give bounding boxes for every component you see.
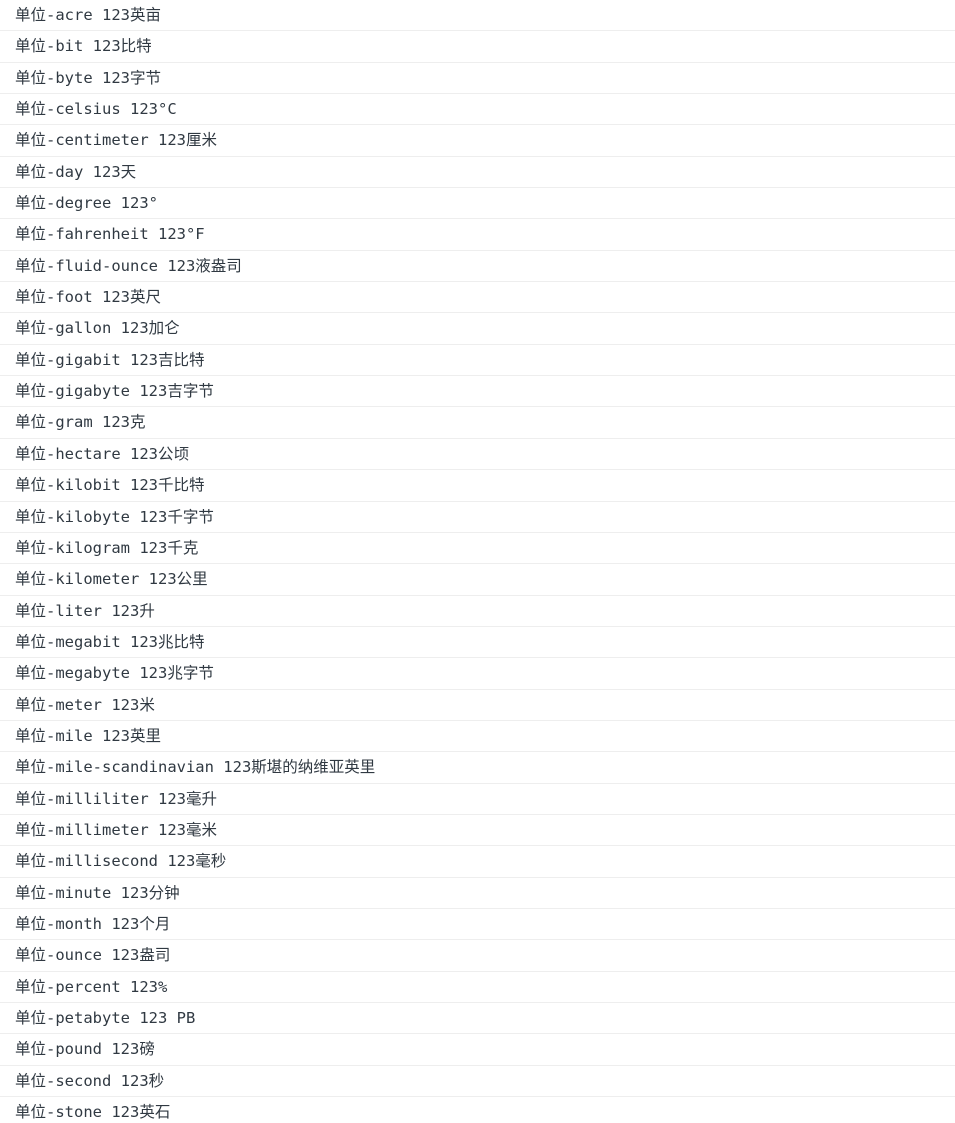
console-log-line: 单位-hectare 123公顷 [0, 439, 955, 471]
console-log-line: 单位-pound 123磅 [0, 1034, 955, 1066]
console-log-line: 单位-degree 123° [0, 188, 955, 220]
console-log-line: 单位-month 123个月 [0, 909, 955, 941]
console-log-line: 单位-kilogram 123千克 [0, 533, 955, 565]
console-log-line: 单位-gram 123克 [0, 407, 955, 439]
console-log-line: 单位-foot 123英尺 [0, 282, 955, 314]
console-log-line: 单位-fahrenheit 123°F [0, 219, 955, 251]
console-log-line: 单位-kilobyte 123千字节 [0, 502, 955, 533]
console-log-line: 单位-minute 123分钟 [0, 878, 955, 909]
console-log-line: 单位-mile 123英里 [0, 721, 955, 753]
console-log-line: 单位-gallon 123加仑 [0, 313, 955, 345]
console-log-line: 单位-byte 123字节 [0, 63, 955, 95]
console-log-line: 单位-megabit 123兆比特 [0, 627, 955, 659]
console-log-line: 单位-celsius 123°C [0, 94, 955, 126]
console-log-line: 单位-gigabit 123吉比特 [0, 345, 955, 377]
console-log-line: 单位-acre 123英亩 [0, 0, 955, 32]
console-log-line: 单位-mile-scandinavian 123斯堪的纳维亚英里 [0, 752, 955, 784]
console-log-line: 单位-millimeter 123毫米 [0, 815, 955, 847]
console-log-line: 单位-fluid-ounce 123液盎司 [0, 251, 955, 283]
console-log-line: 单位-day 123天 [0, 157, 955, 189]
console-log-line: 单位-kilobit 123千比特 [0, 470, 955, 502]
console-log-line: 单位-percent 123% [0, 972, 955, 1003]
console-log-line: 单位-bit 123比特 [0, 31, 955, 63]
console-log-line: 单位-megabyte 123兆字节 [0, 658, 955, 690]
console-log-line: 单位-liter 123升 [0, 596, 955, 627]
console-log-line: 单位-meter 123米 [0, 690, 955, 721]
console-output: 单位-acre 123英亩 单位-bit 123比特 单位-byte 123字节 单位… [0, 0, 955, 1123]
console-log-line: 单位-kilometer 123公里 [0, 564, 955, 596]
console-log-line: 单位-millisecond 123毫秒 [0, 846, 955, 878]
console-log-line: 单位-ounce 123盎司 [0, 940, 955, 972]
console-log-line: 单位-centimeter 123厘米 [0, 125, 955, 157]
console-log-line: 单位-petabyte 123 PB [0, 1003, 955, 1035]
console-log-line: 单位-gigabyte 123吉字节 [0, 376, 955, 408]
console-log-line: 单位-second 123秒 [0, 1066, 955, 1098]
console-log-line: 单位-milliliter 123毫升 [0, 784, 955, 815]
console-log-line: 单位-stone 123英石 [0, 1097, 955, 1123]
